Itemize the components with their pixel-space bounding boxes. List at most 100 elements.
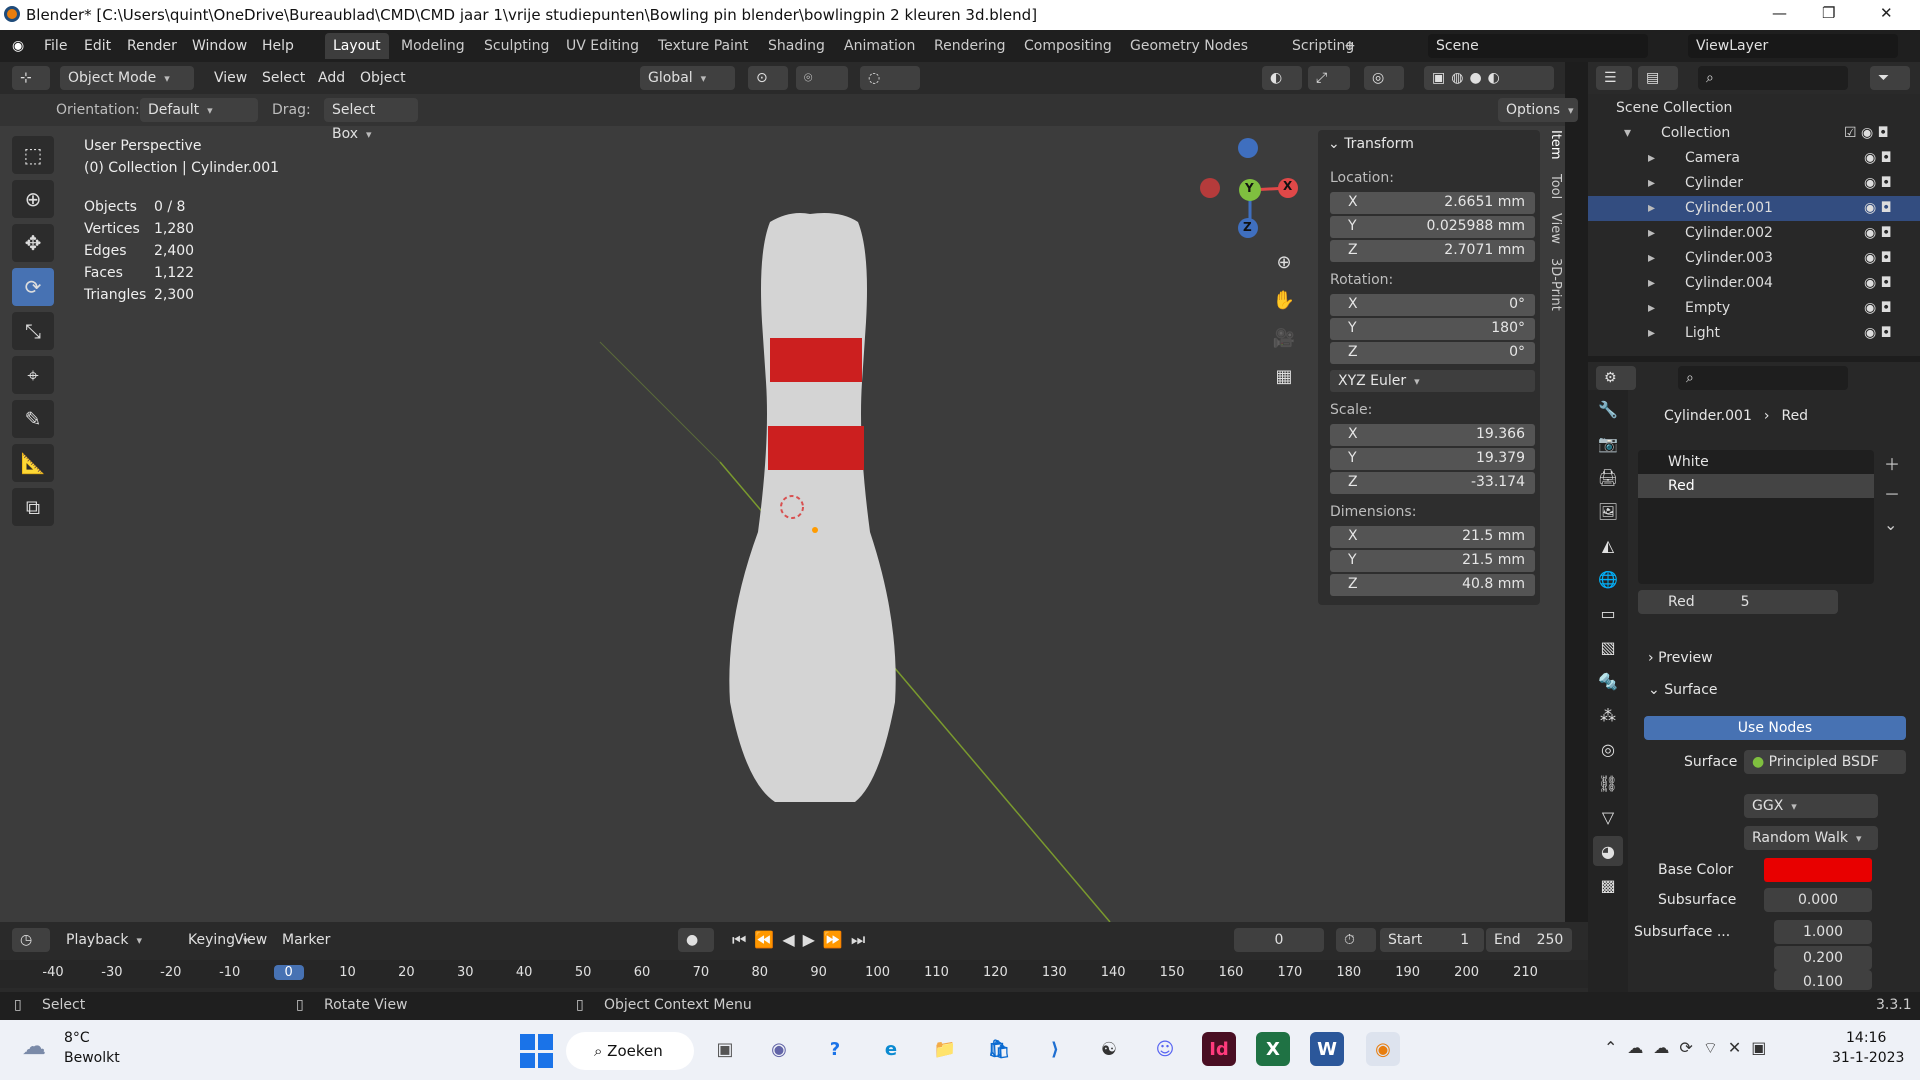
stopwatch-icon[interactable]: ⏱ [1336,928,1376,952]
pivot-point-icon[interactable]: ⊙ [748,66,788,90]
outliner-search-input[interactable]: ⌕ [1698,66,1848,90]
material-slot-white[interactable]: White [1638,450,1874,474]
world-tab-icon[interactable]: 🌐 [1593,564,1623,594]
navigation-gizmo[interactable]: Y X Z [1198,136,1302,240]
frame-ruler[interactable]: -40 -30 -20 -10 0 10 20 30 40 50 60 70 80 90 100 110 120… [0,960,1588,988]
start-frame-field[interactable]: Start 1 [1380,928,1484,952]
github-icon[interactable]: ☯ [1092,1032,1126,1066]
timeline-editor-icon[interactable]: ◷ [12,928,50,952]
dimensions-x-field[interactable]: X 21.5 mm [1330,526,1535,548]
blender-taskbar-icon[interactable]: ◉ [1366,1032,1400,1066]
gizmo-neg-z[interactable] [1238,138,1258,158]
row-icons[interactable]: ☑ ◉ ◘ [1844,121,1889,146]
subsurface-radius-r[interactable]: 1.000 [1774,920,1872,944]
blender-menu-icon[interactable]: ◉ [12,30,24,62]
snap-icon[interactable]: ⌾ [796,66,848,90]
menu-object[interactable]: Object [352,66,414,90]
transform-orientation-selector[interactable]: Global [640,66,735,90]
data-tab-icon[interactable]: ▽ [1593,802,1623,832]
menu-file[interactable]: File [44,30,67,62]
editor-type-icon[interactable]: ⊹ [12,66,50,90]
output-tab-icon[interactable]: 🖨 [1593,462,1623,492]
row-icons[interactable]: ◉ ◘ [1864,321,1892,346]
dimensions-z-field[interactable]: Z 40.8 mm [1330,574,1535,596]
teams-icon[interactable]: ◉ [762,1032,796,1066]
vscode-icon[interactable]: ⟩ [1038,1032,1072,1066]
slot-controls[interactable]: ＋－ ⌄ [1884,450,1900,540]
file-explorer-icon[interactable]: 📁 [928,1032,962,1066]
start-button-icon[interactable] [520,1034,554,1068]
current-frame-field[interactable]: 0 [1234,928,1324,952]
outliner-row-camera[interactable]: ▸ Camera ◉ ◘ [1588,146,1920,171]
scene-selector[interactable]: Scene [1428,34,1648,58]
tab-compositing[interactable]: Compositing [1016,33,1120,59]
menu-select[interactable]: Select [254,66,313,90]
constraints-tab-icon[interactable]: ⛓ [1593,768,1623,798]
transform-tool-icon[interactable]: ⌖ [12,356,54,394]
dimensions-y-field[interactable]: Y 21.5 mm [1330,550,1535,572]
filter-icon[interactable]: ⏷ [1870,66,1910,90]
menu-edit[interactable]: Edit [84,30,111,62]
proportional-edit-icon[interactable]: ◌ [860,66,920,90]
texture-tab-icon[interactable]: ▩ [1593,870,1623,900]
discord-icon[interactable]: ☺ [1148,1032,1182,1066]
sidebar-tab-view[interactable]: View [1548,213,1563,244]
scale-x-field[interactable]: X 19.366 [1330,424,1535,446]
preview-panel-header[interactable]: › Preview [1648,650,1713,666]
cursor-tool-icon[interactable]: ⊕ [12,180,54,218]
surface-shader-selector[interactable]: ● Principled BSDF [1744,750,1906,774]
subsurface-radius-g[interactable]: 0.200 [1774,946,1872,970]
view-layer-tab-icon[interactable]: 🖼 [1593,496,1623,526]
maximize-button[interactable]: ❐ [1822,4,1835,22]
excel-icon[interactable]: X [1256,1032,1290,1066]
pin-red-stripe-top[interactable] [770,338,862,382]
menu-playback[interactable]: Playback [58,928,150,952]
tab-animation[interactable]: Animation [836,33,923,59]
outliner-row-cylinder-004[interactable]: ▸ Cylinder.004 ◉ ◘ [1588,271,1920,296]
grid-view-icon[interactable]: ▦ [1272,358,1296,396]
transform-panel-title[interactable]: ⌄ Transform [1328,136,1414,152]
drag-selector[interactable]: Select Box [324,98,418,142]
task-view-icon[interactable]: ▣ [708,1032,742,1066]
tab-rendering[interactable]: Rendering [926,33,1014,59]
select-box-tool-icon[interactable]: ⬚ [12,136,54,174]
overlay-icon[interactable]: ◎ [1364,66,1404,90]
bowling-pin-body[interactable] [729,213,896,802]
row-icons[interactable]: ◉ ◘ [1864,171,1892,196]
properties-search-input[interactable]: ⌕ [1678,366,1848,390]
scale-y-field[interactable]: Y 19.379 [1330,448,1535,470]
location-x-field[interactable]: X 2.6651 mm [1330,192,1535,214]
annotate-tool-icon[interactable]: ✎ [12,400,54,438]
material-tab-icon[interactable]: ◕ [1593,836,1623,866]
sidebar-tab-3d-print[interactable]: 3D-Print [1548,258,1563,311]
menu-add[interactable]: Add [310,66,353,90]
subsurface-radius-b[interactable]: 0.100 [1774,970,1872,990]
rotate-tool-icon[interactable]: ⟳ [12,268,54,306]
outliner-row-empty[interactable]: ▸ Empty ◉ ◘ [1588,296,1920,321]
row-icons[interactable]: ◉ ◘ [1864,146,1892,171]
properties-editor-icon[interactable]: ⚙ [1596,366,1636,390]
rotation-z-field[interactable]: Z 0° [1330,342,1535,364]
outliner-row-cylinder-001[interactable]: ▸ Cylinder.001 ◉ ◘ [1588,196,1920,221]
edge-browser-icon[interactable]: e [874,1032,908,1066]
tool-tab-icon[interactable]: 🔧 [1593,394,1623,424]
scale-tool-icon[interactable]: ⤡ [12,312,54,350]
system-tray-icons[interactable]: ⌃☁☁⟳⌔✕▣ [1604,1038,1776,1058]
row-icons[interactable]: ◉ ◘ [1864,271,1892,296]
zoom-icon[interactable]: ⊕ [1272,244,1296,282]
outliner-row-light[interactable]: ▸ Light ◉ ◘ [1588,321,1920,346]
menu-marker[interactable]: Marker [274,928,338,952]
expand-arrow-icon[interactable]: ▾ [1624,125,1631,141]
object-tab-icon[interactable]: ▧ [1593,632,1623,662]
menu-timeline-view[interactable]: View [226,928,275,952]
row-icons[interactable]: ◉ ◘ [1864,296,1892,321]
tab-modeling[interactable]: Modeling [393,33,473,59]
minimize-button[interactable]: — [1772,4,1787,22]
shading-modes[interactable]: ▣◍●◐ [1424,66,1554,90]
outliner-row-collection[interactable]: ▾ Collection ☑ ◉ ◘ [1588,121,1920,146]
surface-panel-header[interactable]: ⌄ Surface [1648,682,1718,698]
outliner-row-cylinder-003[interactable]: ▸ Cylinder.003 ◉ ◘ [1588,246,1920,271]
gizmo-icon[interactable]: ⤢ [1308,66,1350,90]
store-icon[interactable]: 🛍 [982,1032,1016,1066]
help-icon[interactable]: ? [818,1032,852,1066]
